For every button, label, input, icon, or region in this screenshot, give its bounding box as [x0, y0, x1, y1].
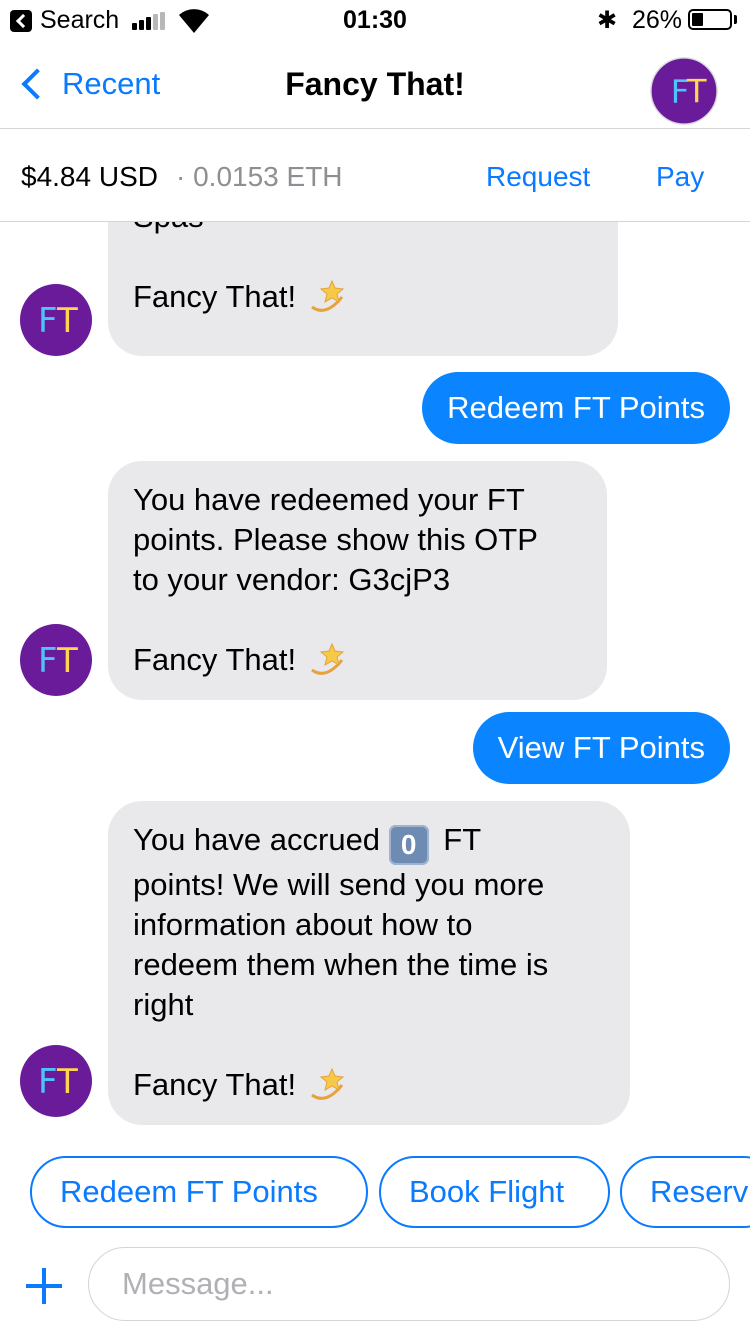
balance-usd: $4.84 USD — [21, 161, 158, 192]
plus-icon[interactable] — [24, 1266, 64, 1306]
incoming-message: You have redeemed your FT points. Please… — [108, 461, 607, 700]
svg-text:T: T — [56, 301, 78, 341]
svg-text:T: T — [56, 1062, 78, 1102]
balance-eth: · 0.0153 ETH — [176, 161, 343, 192]
page-title: Fancy That! — [285, 66, 465, 102]
message-line: Spas — [133, 222, 594, 237]
pay-button[interactable]: Pay — [656, 161, 704, 193]
incoming-message: You have accrued 0 FT points! We will se… — [108, 801, 630, 1125]
svg-text:F: F — [38, 301, 58, 341]
message-line: to your vendor: G3cjP3 — [133, 562, 451, 597]
message-line: redeem them when the time is — [133, 947, 549, 982]
svg-text:F: F — [38, 1062, 58, 1102]
request-button[interactable]: Request — [486, 161, 590, 193]
keycap-zero-icon: 0 — [388, 825, 429, 865]
message-text: You have accrued — [133, 822, 389, 857]
navigation-bar: Recent Fancy That! F T — [0, 40, 750, 128]
svg-text:T: T — [686, 72, 707, 110]
bluetooth-icon: ✱ — [597, 7, 618, 34]
battery-percentage: 26% — [632, 6, 683, 34]
message-line: You have accrued 0 FT — [133, 820, 606, 865]
dizzy-star-icon — [311, 1067, 345, 1100]
battery-cap — [734, 15, 737, 24]
svg-text:F: F — [38, 641, 58, 681]
battery-icon — [688, 9, 732, 30]
incoming-message: Spas Fancy That! — [108, 222, 618, 356]
avatar[interactable]: F T — [650, 57, 718, 125]
message-line: information about how to — [133, 907, 473, 942]
quick-reply-redeem-ft-points[interactable]: Redeem FT Points — [30, 1156, 368, 1228]
quick-reply-book-flight[interactable]: Book Flight — [379, 1156, 610, 1228]
quick-replies: Redeem FT Points Book Flight Reserv — [0, 1156, 750, 1228]
message-signature: Fancy That! — [133, 279, 297, 314]
bot-avatar: F T — [20, 624, 92, 696]
dizzy-star-icon — [311, 279, 345, 312]
outgoing-message: View FT Points — [472, 712, 730, 784]
message-signature: Fancy That! — [133, 642, 297, 677]
quick-reply-reserve[interactable]: Reserv — [620, 1156, 750, 1228]
payment-bar: $4.84 USD · 0.0153 ETH Request Pay — [0, 128, 750, 222]
svg-text:T: T — [56, 641, 78, 681]
message-line: points. Please show this OTP — [133, 522, 538, 557]
status-bar: Search 01:30 ✱ 26% — [0, 0, 750, 40]
message-list[interactable]: Spas Fancy That! F T Redeem FT Points Yo… — [0, 222, 750, 1142]
message-input[interactable] — [88, 1247, 730, 1321]
message-text: FT — [434, 822, 482, 857]
bot-avatar: F T — [20, 1045, 92, 1117]
dizzy-star-icon — [311, 642, 345, 675]
message-composer — [0, 1240, 750, 1334]
outgoing-message: Redeem FT Points — [422, 372, 730, 444]
message-line: points! We will send you more — [133, 867, 545, 902]
message-line: right — [133, 987, 194, 1022]
message-signature: Fancy That! — [133, 1067, 297, 1102]
message-line: You have redeemed your FT — [133, 482, 525, 517]
bot-avatar: F T — [20, 284, 92, 356]
